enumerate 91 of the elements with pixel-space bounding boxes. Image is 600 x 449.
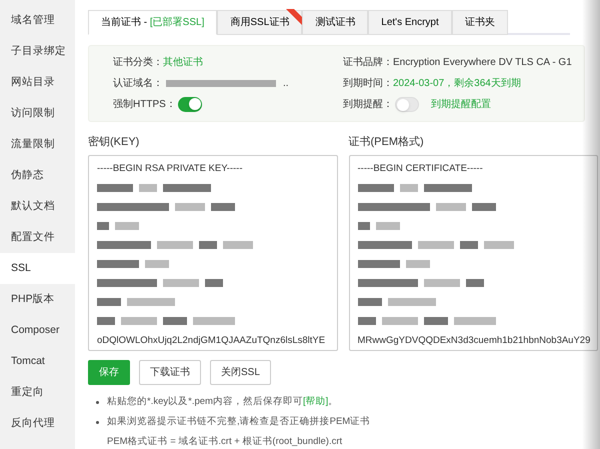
- redacted-block: [388, 298, 436, 306]
- redacted-block: [454, 317, 496, 326]
- redacted-block: [358, 202, 430, 211]
- code-textarea[interactable]: -----BEGIN RSA PRIVATE KEY----- oDQlOWLOhxUjq2L2ndjGM1QJAAZuTQnz6lsLs8ltYE: [88, 155, 338, 351]
- field-label: 密钥(KEY): [88, 134, 140, 150]
- field-label: 证书(PEM格式): [348, 134, 425, 150]
- action-button[interactable]: 下载证书: [139, 360, 201, 385]
- tip-text: 如果浏览器提示证书链不完整,请检查是否正确拼接PEM证书: [107, 414, 370, 429]
- sidebar-item[interactable]: 流量限制: [0, 129, 75, 160]
- redacted-block: [139, 184, 157, 192]
- redacted-block: [484, 240, 514, 249]
- field-label: 认证域名：: [113, 76, 163, 91]
- redacted-block: [418, 240, 454, 249]
- redacted-block: [472, 202, 496, 211]
- tip-text: PEM格式证书 = 域名证书.crt + 根证书(root_bundle).crt: [107, 434, 342, 449]
- sidebar-item[interactable]: SSL: [0, 253, 75, 284]
- sidebar-item[interactable]: 域名管理: [0, 5, 75, 36]
- sidebar-item[interactable]: 重定向: [0, 377, 75, 408]
- domain-ellipsis: ..: [283, 76, 289, 91]
- sidebar-item[interactable]: PHP版本: [0, 284, 75, 315]
- redacted-block: [163, 279, 199, 288]
- sidebar-item[interactable]: 伪静态: [0, 160, 75, 191]
- redacted-block: [97, 260, 139, 268]
- redacted-block: [163, 317, 187, 326]
- redacted-block: [97, 317, 115, 326]
- redacted-block: [199, 240, 217, 249]
- tip-text: 粘贴您的*.key以及*.pem内容，然后保存即可: [107, 394, 303, 409]
- redacted-block: [97, 184, 133, 192]
- redacted-block: [358, 184, 394, 192]
- redacted-block: [175, 202, 205, 211]
- redacted-block: [205, 279, 223, 288]
- code-line: -----BEGIN RSA PRIVATE KEY-----: [97, 162, 243, 176]
- redacted-block: [97, 222, 109, 230]
- redacted-block: [97, 202, 169, 211]
- tab[interactable]: 测试证书: [302, 10, 368, 35]
- redacted-block: [358, 317, 376, 326]
- redacted-block: [121, 317, 157, 326]
- redacted-block: [406, 260, 430, 268]
- redacted-block: [376, 222, 400, 230]
- redacted-block: [223, 240, 253, 249]
- sidebar-item[interactable]: 子目录绑定: [0, 36, 75, 67]
- field-label: 到期时间：: [343, 76, 393, 91]
- tip-text: 。: [328, 394, 338, 409]
- sidebar-item[interactable]: 反向代理: [0, 408, 75, 439]
- redacted-block: [400, 184, 418, 192]
- redacted-block: [424, 184, 472, 192]
- tab[interactable]: 商用SSL证书: [217, 10, 302, 35]
- brand-value: Encryption Everywhere DV TLS CA - G1: [393, 56, 572, 70]
- redacted-block: [460, 240, 478, 249]
- redacted-block: [382, 317, 418, 326]
- sidebar-item[interactable]: 网站目录: [0, 67, 75, 98]
- redacted-block: [358, 279, 418, 288]
- redacted-block: [127, 298, 175, 306]
- code-line: -----BEGIN CERTIFICATE-----: [358, 162, 483, 176]
- code-line: oDQlOWLOhxUjq2L2ndjGM1QJAAZuTQnz6lsLs8ltYE: [97, 334, 326, 348]
- toggle-switch[interactable]: [395, 96, 419, 112]
- redacted-block: [358, 298, 382, 306]
- redacted-block: [424, 279, 460, 288]
- tab[interactable]: 当前证书 - [已部署SSL]: [88, 10, 218, 35]
- category-value: 其他证书: [163, 56, 203, 70]
- redacted-block: [97, 240, 151, 249]
- redacted-block: [466, 279, 484, 288]
- code-textarea[interactable]: -----BEGIN CERTIFICATE----- MRwwGgYDVQQDExN3d3cuemh1b21hbnNob3AuY29: [348, 155, 598, 351]
- tab[interactable]: 证书夹: [452, 10, 508, 35]
- sidebar-item[interactable]: Composer: [0, 315, 75, 346]
- redacted-block: [97, 298, 121, 306]
- redacted-block: [358, 260, 400, 268]
- field-label: 到期提醒：: [343, 98, 393, 112]
- redacted-block: [163, 184, 211, 192]
- code-line: MRwwGgYDVQQDExN3d3cuemh1b21hbnNob3AuY29: [358, 334, 590, 348]
- redacted-block: [211, 202, 235, 211]
- field-label: 强制HTTPS：: [113, 98, 176, 112]
- sidebar-item[interactable]: 访问限制: [0, 98, 75, 129]
- redacted-block: [97, 279, 157, 288]
- toggle-switch[interactable]: [178, 96, 202, 112]
- expiry-value: 2024-03-07，剩余364天到期: [393, 76, 521, 91]
- redacted-block: [157, 240, 193, 249]
- sidebar-item[interactable]: 默认文档: [0, 191, 75, 222]
- redacted-block: [358, 240, 412, 249]
- field-label: 证书分类：: [113, 56, 163, 70]
- action-button[interactable]: 关闭SSL: [210, 360, 271, 385]
- field-label: 证书品牌：: [343, 56, 393, 70]
- redacted-block: [193, 317, 235, 326]
- redacted-block: [115, 222, 139, 230]
- tab[interactable]: Let's Encrypt: [368, 10, 452, 35]
- sidebar-item[interactable]: 配置文件: [0, 222, 75, 253]
- redacted-block: [436, 202, 466, 211]
- sidebar-item[interactable]: Tomcat: [0, 346, 75, 377]
- redacted-block: [424, 317, 448, 326]
- redacted-block: [358, 222, 370, 230]
- redacted-block: [145, 260, 169, 268]
